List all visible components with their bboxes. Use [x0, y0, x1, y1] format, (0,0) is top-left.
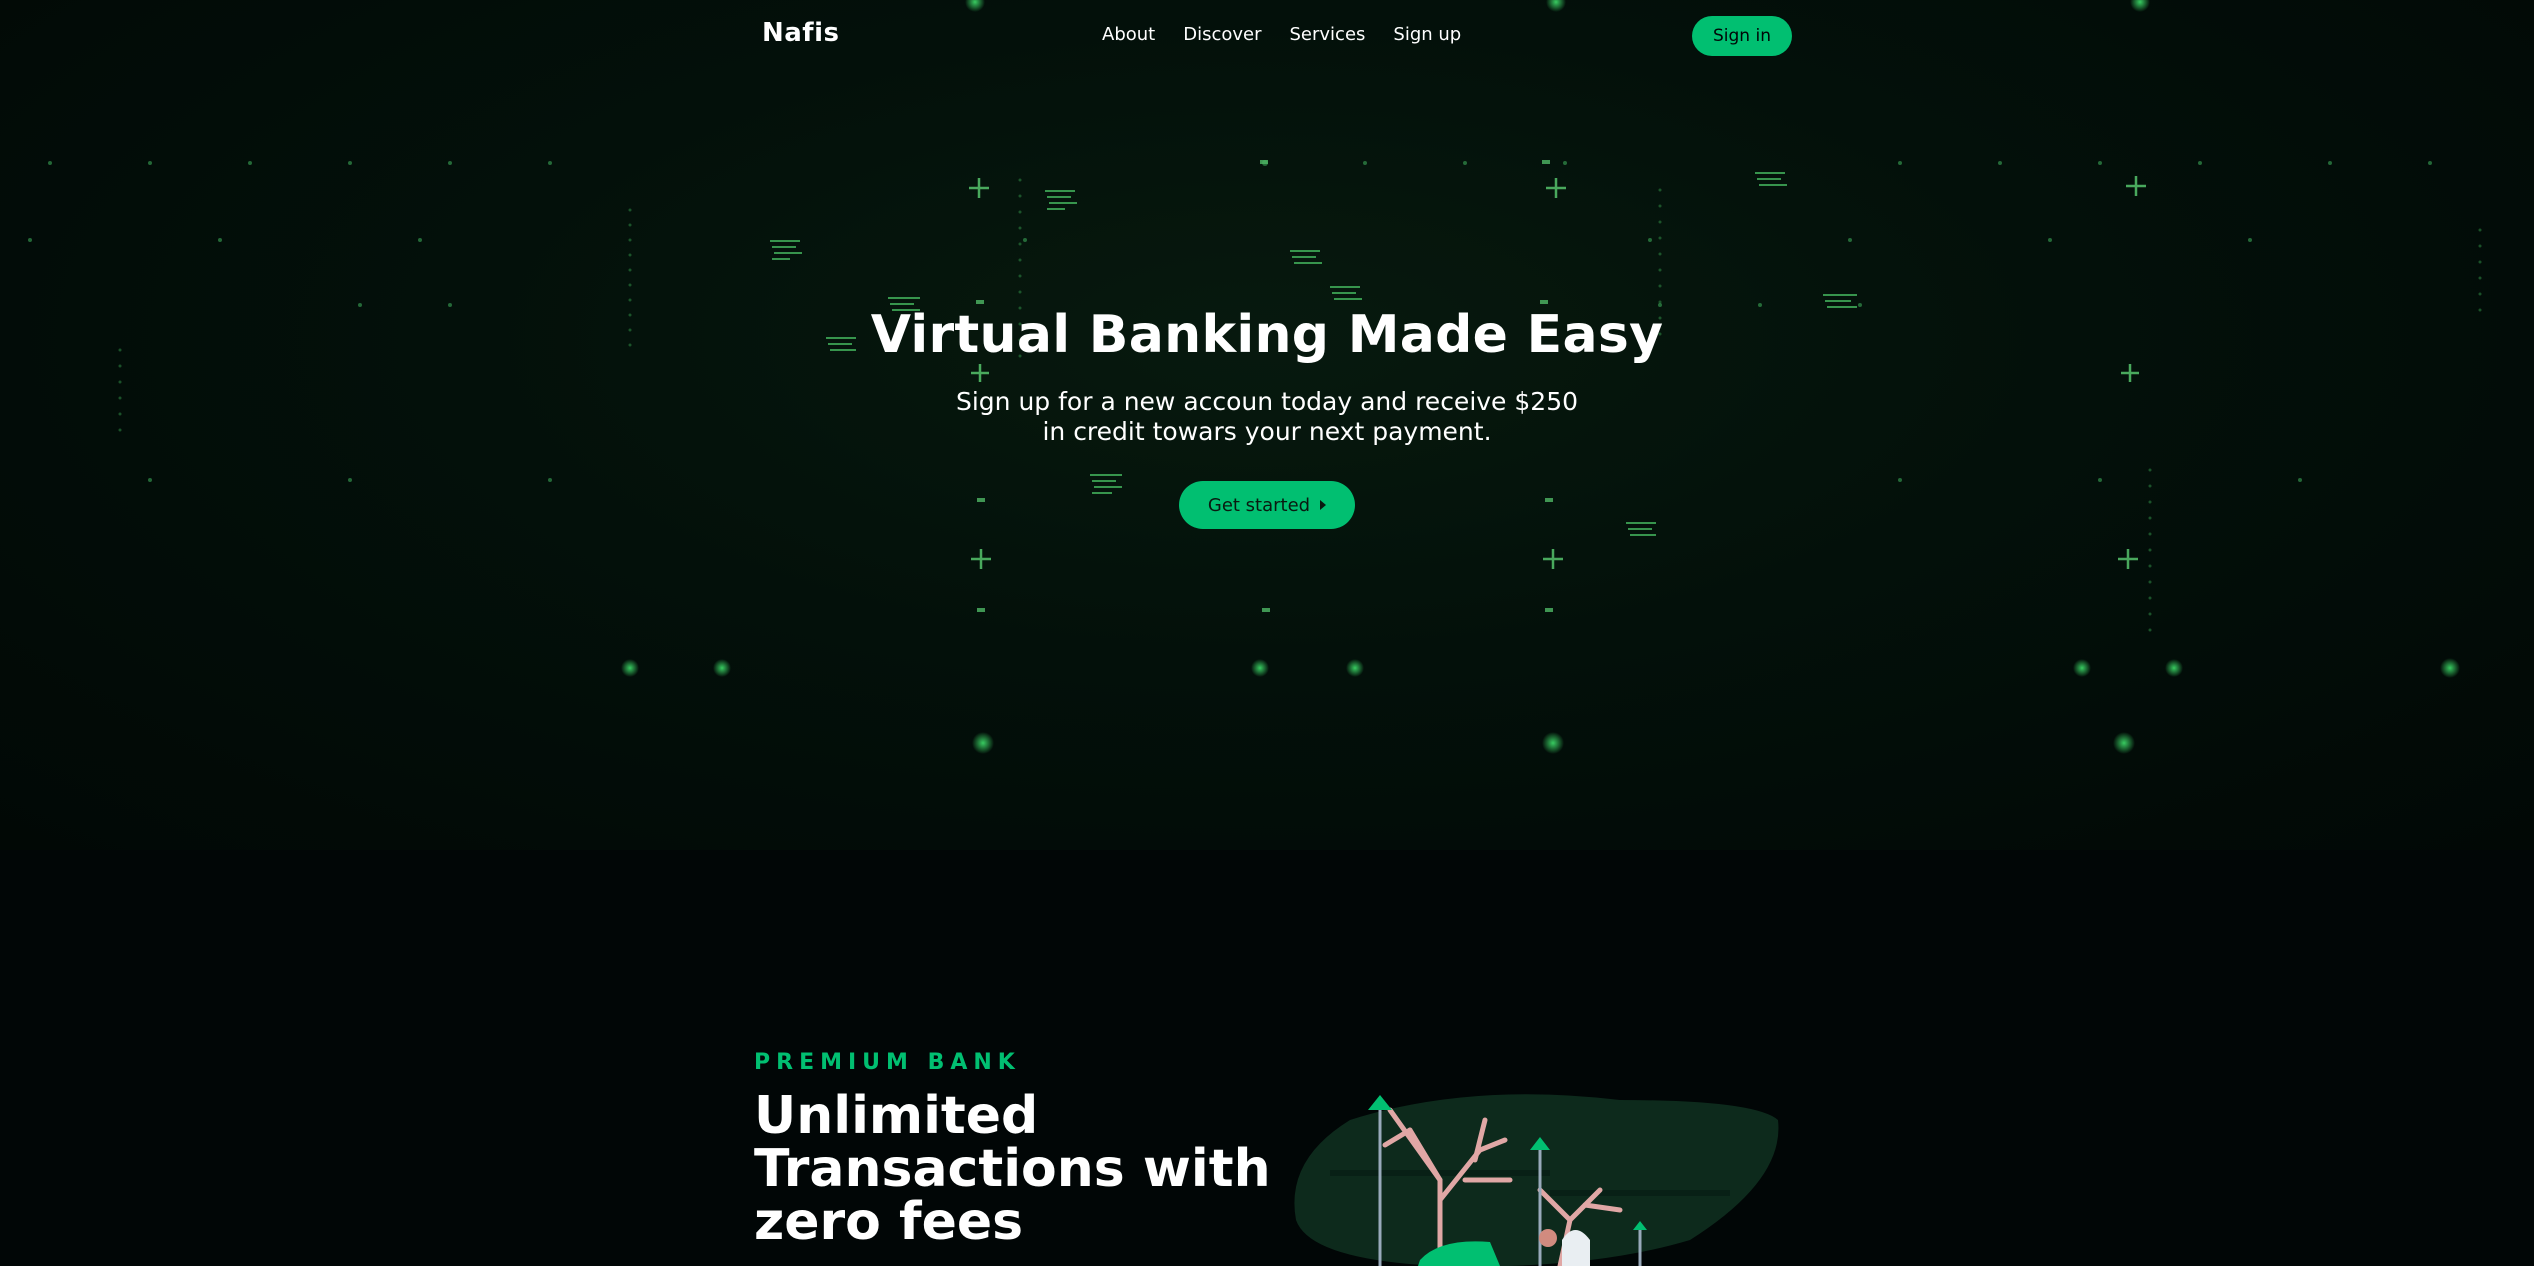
get-started-button[interactable]: Get started — [1179, 481, 1355, 529]
hero-title: Virtual Banking Made Easy — [870, 305, 1664, 365]
info-section: PREMIUM BANK Unlimited Transactions with… — [0, 850, 2534, 1266]
caret-right-icon — [1320, 500, 1327, 510]
brand-logo[interactable]: Nafis — [762, 18, 840, 48]
hero-content: Virtual Banking Made Easy Sign up for a … — [0, 305, 2534, 529]
section-title: Unlimited Transactions with zero fees — [754, 1086, 1271, 1252]
get-started-label: Get started — [1207, 494, 1311, 516]
hero-subtitle: Sign up for a new accoun today and recei… — [955, 387, 1579, 446]
sign-in-button[interactable]: Sign in — [1692, 16, 1792, 56]
top-navbar: Nafis About Discover Services Sign up Si… — [0, 0, 2534, 72]
section-eyebrow: PREMIUM BANK — [754, 1050, 1021, 1075]
nav-link-services[interactable]: Services — [1290, 24, 1366, 45]
nav-link-signup[interactable]: Sign up — [1393, 24, 1461, 45]
banking-illustration — [1294, 1094, 1779, 1266]
nav-link-discover[interactable]: Discover — [1183, 24, 1261, 45]
hero-section: Nafis About Discover Services Sign up Si… — [0, 0, 2534, 850]
nav-menu: About Discover Services Sign up — [1102, 24, 1461, 45]
nav-link-about[interactable]: About — [1102, 24, 1155, 45]
